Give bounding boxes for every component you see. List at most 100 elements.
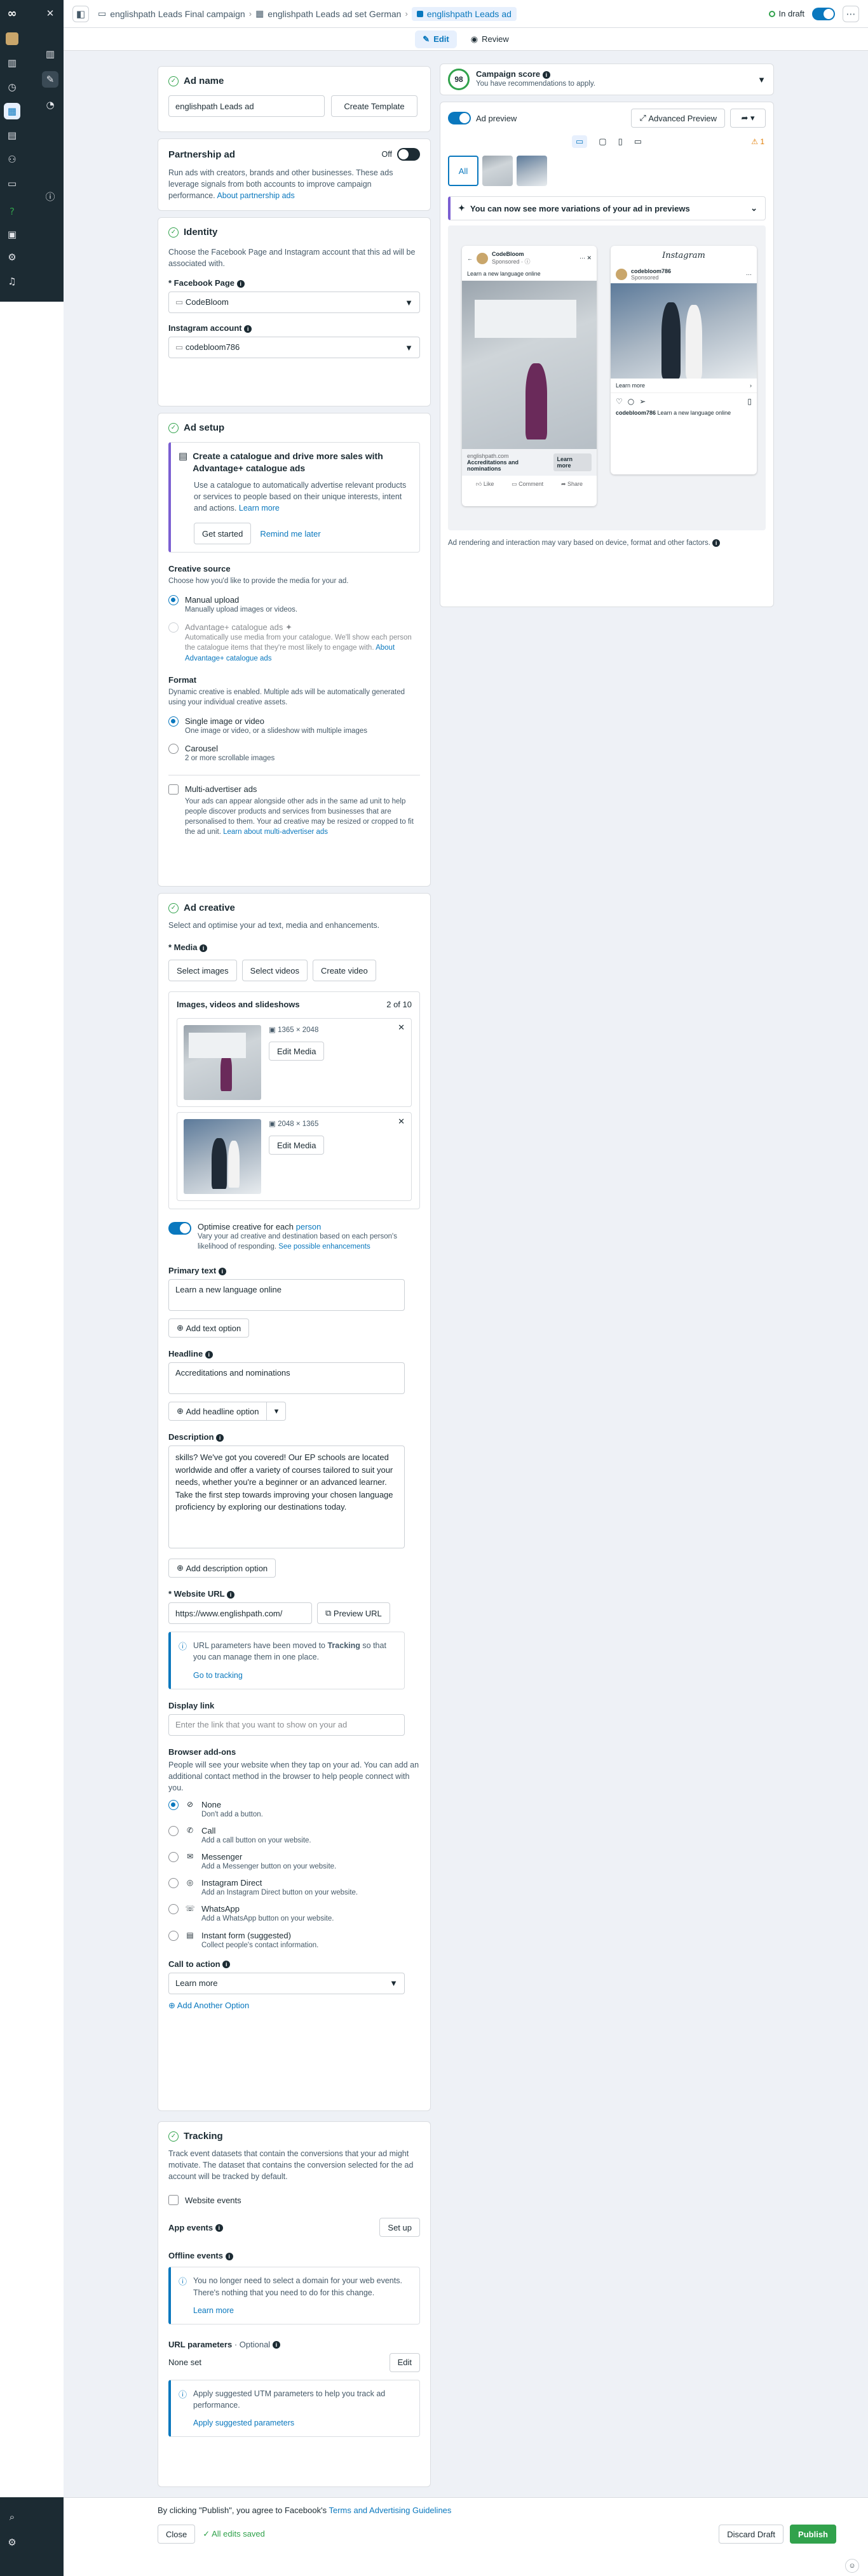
breadcrumb-campaign[interactable]: ▭ englishpath Leads Final campaign — [98, 8, 245, 19]
facebook-preview[interactable]: ← CodeBloom Sponsored · ⓘ ⋯ ✕ Learn a new… — [462, 246, 597, 506]
preview-filter-all[interactable]: All — [448, 156, 478, 186]
chart-bar-icon[interactable]: ▥ — [42, 46, 58, 62]
radio[interactable] — [168, 1800, 179, 1811]
add-description-option-button[interactable]: ⊕ Add description option — [168, 1559, 276, 1578]
share-preview-button[interactable]: ➦ ▾ — [730, 109, 766, 128]
instagram-preview[interactable]: Instagram codebloom786 Sponsored ⋯ Learn … — [611, 246, 757, 474]
ad-preview-toggle[interactable] — [448, 112, 471, 124]
discard-draft-button[interactable]: Discard Draft — [719, 2525, 784, 2544]
sidebar-toggle-icon[interactable]: ◧ — [72, 5, 89, 22]
close-icon[interactable]: ✕ — [42, 5, 58, 22]
bell-icon[interactable]: ♫ — [4, 273, 20, 290]
edit-media-button[interactable]: Edit Media — [269, 1136, 325, 1155]
publish-button[interactable]: Publish — [790, 2525, 836, 2544]
campaign-score-card[interactable]: 98 Campaign score i You have recommendati… — [440, 64, 774, 95]
landscape-view-icon[interactable]: ▭ — [634, 137, 642, 147]
remove-icon[interactable]: ✕ — [398, 1117, 405, 1127]
radio[interactable] — [168, 1826, 179, 1837]
select-videos-button[interactable]: Select videos — [241, 960, 308, 982]
optimise-toggle[interactable] — [168, 1222, 191, 1235]
avatar-icon[interactable] — [4, 30, 20, 47]
radio-disabled[interactable] — [168, 622, 179, 633]
preview-url-button[interactable]: ⧉ Preview URL — [317, 1602, 390, 1625]
search-icon[interactable]: ⌕ — [4, 2509, 20, 2525]
website-events-option[interactable]: Website events — [168, 2195, 420, 2206]
primary-text-input[interactable]: Learn a new language online — [168, 1279, 405, 1311]
checkbox[interactable] — [168, 784, 179, 795]
radio[interactable] — [168, 1930, 179, 1941]
grid-icon[interactable]: ▤ — [4, 127, 20, 144]
square-view-icon[interactable]: ▢ — [599, 137, 606, 147]
browser-addon-option[interactable]: ⊘ None Don't add a button. — [168, 1800, 420, 1820]
go-to-tracking-link[interactable]: Go to tracking — [193, 1670, 397, 1681]
tab-edit[interactable]: ✎ Edit — [415, 30, 457, 48]
select-images-button[interactable]: Select images — [168, 960, 237, 982]
chart-icon[interactable]: ▥ — [4, 55, 20, 71]
possible-enhancements-link[interactable]: See possible enhancements — [278, 1243, 370, 1251]
multi-advertiser-option[interactable]: Multi-advertiser ads Your ads can appear… — [168, 784, 420, 837]
warning-icon[interactable]: ⚠ — [751, 137, 758, 146]
chat-icon[interactable]: ☺ — [845, 2559, 859, 2573]
people-icon[interactable]: ⚇ — [4, 151, 20, 168]
reports-icon[interactable]: ▣ — [4, 226, 20, 243]
radio[interactable] — [168, 1904, 179, 1915]
history-icon[interactable]: ◔ — [42, 97, 58, 113]
meta-logo-icon[interactable]: ∞ — [4, 5, 20, 22]
create-video-button[interactable]: Create video — [312, 960, 376, 982]
browser-addon-option[interactable]: ◎ Instagram Direct Add an Instagram Direct… — [168, 1878, 420, 1898]
tab-review[interactable]: ◉ Review — [463, 30, 517, 48]
info-icon[interactable]: ⓘ — [42, 188, 58, 205]
desktop-view-icon[interactable]: ▭ — [571, 135, 588, 148]
radio[interactable] — [168, 1878, 179, 1889]
breadcrumb-ad[interactable]: englishpath Leads ad — [411, 6, 517, 21]
add-another-option-link[interactable]: ⊕ Add Another Option — [168, 2001, 420, 2011]
browser-addon-option[interactable]: ☏ WhatsApp Add a WhatsApp button on your w… — [168, 1904, 420, 1924]
preview-filter-image-2[interactable] — [517, 156, 547, 186]
remind-later-link[interactable]: Remind me later — [260, 529, 320, 539]
website-url-input[interactable]: https://www.englishpath.com/ — [168, 1602, 312, 1625]
preview-filter-image-1[interactable] — [482, 156, 513, 186]
create-template-button[interactable]: Create Template — [331, 95, 417, 117]
settings-icon[interactable]: ⚙ — [4, 249, 20, 265]
browser-addon-option[interactable]: ▤ Instant form (suggested) Collect people'… — [168, 1930, 420, 1950]
billing-icon[interactable]: ▭ — [4, 175, 20, 192]
get-started-button[interactable]: Get started — [194, 523, 252, 545]
advantage-catalogue-option[interactable]: Advantage+ catalogue ads ✦ Automatically… — [168, 622, 420, 663]
headline-input[interactable]: Accreditations and nominations — [168, 1362, 405, 1395]
radio-selected[interactable] — [168, 716, 179, 727]
radio[interactable] — [168, 1852, 179, 1863]
partnership-link[interactable]: About partnership ads — [217, 191, 294, 200]
more-icon[interactable]: ⋯ — [843, 5, 859, 22]
manual-upload-option[interactable]: Manual upload Manually upload images or v… — [168, 595, 420, 615]
display-link-input[interactable]: Enter the link that you want to show on … — [168, 1714, 405, 1736]
breadcrumb-adset[interactable]: ▦ englishpath Leads ad set German — [255, 8, 401, 19]
catalogue-learn-more-link[interactable]: Learn more — [239, 504, 280, 513]
mobile-view-icon[interactable]: ▯ — [618, 137, 623, 147]
advanced-preview-button[interactable]: ⤢ Advanced Preview — [631, 109, 725, 128]
radio-selected[interactable] — [168, 595, 179, 606]
description-input[interactable]: skills? We've got you covered! Our EP sc… — [168, 1446, 405, 1549]
apply-suggested-params-link[interactable]: Apply suggested parameters — [193, 2417, 412, 2429]
chevron-down-icon[interactable]: ▾ — [267, 1402, 287, 1421]
add-text-option-button[interactable]: ⊕ Add text option — [168, 1318, 250, 1338]
cta-select[interactable]: Learn more ▼ — [168, 1972, 405, 1994]
close-button[interactable]: Close — [158, 2525, 196, 2544]
table-icon[interactable]: ▦ — [4, 103, 20, 119]
pencil-icon[interactable]: ✎ — [42, 71, 58, 88]
facebook-page-select[interactable]: ▭ CodeBloom ▼ — [168, 292, 420, 314]
terms-link[interactable]: Terms and Advertising Guidelines — [329, 2506, 451, 2515]
partnership-toggle[interactable] — [397, 148, 420, 161]
radio-unselected[interactable] — [168, 743, 179, 754]
remove-icon[interactable]: ✕ — [398, 1023, 405, 1033]
variations-banner[interactable]: ✦ You can now see more variations of your… — [448, 196, 766, 220]
media-thumbnail-image[interactable] — [184, 1025, 261, 1101]
edit-url-params-button[interactable]: Edit — [389, 2352, 420, 2372]
ad-name-input[interactable]: englishpath Leads ad — [168, 95, 325, 117]
set-up-button[interactable]: Set up — [379, 2218, 420, 2237]
browser-addon-option[interactable]: ✉ Messenger Add a Messenger button on your… — [168, 1852, 420, 1872]
multi-advertiser-link[interactable]: Learn about multi-advertiser ads — [223, 828, 328, 836]
browser-addon-option[interactable]: ✆ Call Add a call button on your website. — [168, 1826, 420, 1846]
checkbox[interactable] — [168, 2195, 179, 2206]
media-thumbnail-image[interactable] — [184, 1119, 261, 1195]
single-image-option[interactable]: Single image or video One image or video,… — [168, 716, 420, 736]
